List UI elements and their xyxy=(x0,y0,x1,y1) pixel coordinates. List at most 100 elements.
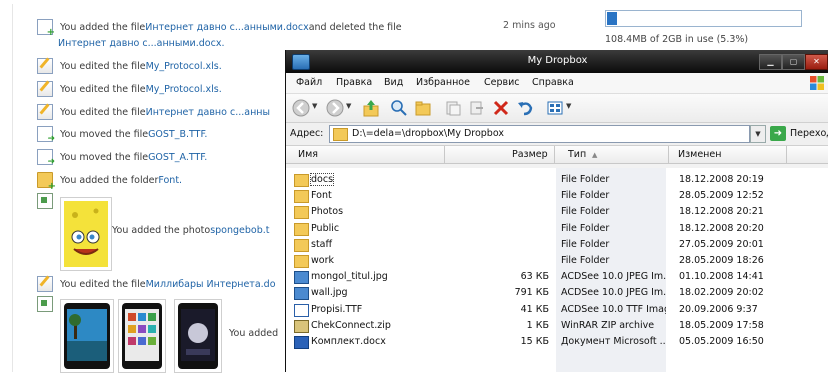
file-modified: 18.12.2008 20:19 xyxy=(679,174,764,185)
go-arrow-icon[interactable]: ➜ xyxy=(770,126,786,141)
back-icon[interactable] xyxy=(292,99,310,117)
views-icon[interactable] xyxy=(546,99,564,117)
file-name: work xyxy=(311,255,334,266)
folders-icon[interactable] xyxy=(414,99,432,117)
column-modified[interactable]: Изменен xyxy=(678,149,721,160)
event-row: You moved the file GOST_A.TTF. xyxy=(37,149,207,167)
event-text: You moved the file xyxy=(60,151,149,163)
folder-icon xyxy=(294,255,309,268)
address-bar: Адрес: D:\=dela=\dropbox\My Dropbox ▼ ➜ … xyxy=(286,123,828,146)
menu-help[interactable]: Справка xyxy=(532,77,574,88)
event-file-link[interactable]: Интернет давно с...анными.docx. xyxy=(58,38,224,49)
menu-favorites[interactable]: Избранное xyxy=(416,77,470,88)
file-row[interactable]: docs File Folder 18.12.2008 20:19 xyxy=(286,172,828,188)
file-edit-icon xyxy=(37,276,53,292)
photo-thumbnail[interactable] xyxy=(174,299,222,373)
event-file-link[interactable]: GOST_B.TTF. xyxy=(148,129,207,140)
maximize-button[interactable]: ▢ xyxy=(782,54,805,70)
event-file-link[interactable]: Интернет давно с...анны xyxy=(146,107,270,118)
file-row[interactable]: Propisi.TTF 41 КБ ACDSee 10.0 TTF Image 20.… xyxy=(286,302,828,318)
file-row[interactable]: wall.jpg 791 КБ ACDSee 10.0 JPEG Im... 18.0… xyxy=(286,285,828,301)
menu-edit[interactable]: Правка xyxy=(336,77,372,88)
file-add-icon xyxy=(37,19,55,38)
forward-icon[interactable] xyxy=(326,99,344,117)
column-divider[interactable] xyxy=(786,146,787,163)
up-folder-icon[interactable] xyxy=(362,99,380,117)
column-divider[interactable] xyxy=(554,146,555,163)
file-name: docs xyxy=(309,173,335,186)
column-name[interactable]: Имя xyxy=(298,149,318,160)
photo-thumbnail[interactable] xyxy=(60,299,114,373)
file-name: mongol_titul.jpg xyxy=(311,271,388,283)
go-button[interactable]: Переход xyxy=(790,128,828,139)
event-file-link[interactable]: Миллибары Интернета.do xyxy=(146,279,276,290)
windows-logo-icon xyxy=(810,76,824,90)
menu-tools[interactable]: Сервис xyxy=(484,77,520,88)
quota-text: 108.4MB of 2GB in use (5.3%) xyxy=(605,34,749,45)
event-text: You added the photo xyxy=(112,224,211,236)
file-type: File Folder xyxy=(561,238,610,250)
close-button[interactable]: ✕ xyxy=(805,54,828,70)
file-type: File Folder xyxy=(561,190,610,202)
photo-thumbnail[interactable] xyxy=(60,197,112,271)
event-file-link[interactable]: My_Protocol.xls. xyxy=(146,61,222,72)
window-title: My Dropbox xyxy=(527,55,588,66)
spongebob-image xyxy=(64,201,108,267)
file-type: Документ Microsoft ... xyxy=(561,336,666,347)
quota-fill xyxy=(607,12,617,25)
event-text: You added xyxy=(229,327,279,339)
event-text: and deleted the file xyxy=(308,21,402,33)
file-move-icon xyxy=(37,149,55,167)
column-size[interactable]: Размер xyxy=(512,149,548,160)
address-label: Адрес: xyxy=(290,128,324,139)
event-text: You edited the file xyxy=(60,83,146,95)
search-icon[interactable] xyxy=(390,99,408,117)
event-row: You edited the file My_Protocol.xls. xyxy=(37,58,222,74)
delete-icon[interactable] xyxy=(492,99,510,117)
sort-arrow-icon: ▲ xyxy=(592,151,598,159)
menu-file[interactable]: Файл xyxy=(296,77,322,88)
photo-thumbnail[interactable] xyxy=(118,299,166,373)
menu-view[interactable]: Вид xyxy=(384,77,403,88)
event-row xyxy=(37,296,60,312)
file-row[interactable]: Font File Folder 28.05.2009 12:52 xyxy=(286,188,828,204)
file-row[interactable]: staff File Folder 27.05.2009 20:01 xyxy=(286,237,828,253)
file-row[interactable]: Public File Folder 18.12.2008 20:20 xyxy=(286,221,828,237)
event-file-link[interactable]: GOST_A.TTF. xyxy=(148,152,207,163)
folder-icon xyxy=(294,190,309,204)
file-name: ChekConnect.zip xyxy=(311,319,391,331)
folder-add-icon xyxy=(37,172,56,192)
event-row: Интернет давно с...анными.docx. xyxy=(58,35,224,51)
column-type[interactable]: Тип xyxy=(568,149,586,160)
minimize-button[interactable]: ▁ xyxy=(759,54,782,70)
title-bar[interactable]: My Dropbox ▁ ▢ ✕ xyxy=(286,50,828,73)
event-file-link[interactable]: Интернет давно с...анными.docx xyxy=(145,22,308,33)
file-row[interactable]: ChekConnect.zip 1 КБ WinRAR ZIP archive 18.… xyxy=(286,318,828,334)
folder-icon xyxy=(294,222,309,236)
back-dropdown-icon[interactable]: ▼ xyxy=(312,102,317,110)
column-header: Имя Размер Тип ▲ Изменен xyxy=(286,146,828,164)
views-dropdown-icon[interactable]: ▼ xyxy=(566,102,571,110)
forward-dropdown-icon[interactable]: ▼ xyxy=(346,102,351,110)
event-file-link[interactable]: My_Protocol.xls. xyxy=(146,84,222,95)
file-row[interactable]: Комплект.docx 15 КБ Документ Microsoft ...… xyxy=(286,334,828,350)
undo-icon[interactable] xyxy=(516,99,534,117)
file-name: Font xyxy=(311,190,332,202)
jpeg-file-icon xyxy=(294,287,309,301)
file-name: Photos xyxy=(311,206,344,218)
column-divider[interactable] xyxy=(668,146,669,163)
font-file-icon xyxy=(294,303,309,317)
copy-to-icon[interactable] xyxy=(468,99,486,117)
column-divider[interactable] xyxy=(444,146,445,163)
folder-icon xyxy=(333,128,348,141)
address-input[interactable]: D:\=dela=\dropbox\My Dropbox xyxy=(329,125,750,143)
move-to-icon[interactable] xyxy=(444,99,462,117)
file-modified: 18.12.2008 20:21 xyxy=(679,206,764,218)
address-dropdown-icon[interactable]: ▼ xyxy=(750,125,766,143)
file-type: ACDSee 10.0 TTF Image xyxy=(561,303,666,315)
file-row[interactable]: mongol_titul.jpg 63 КБ ACDSee 10.0 JPEG Im… xyxy=(286,269,828,285)
file-row[interactable]: Photos File Folder 18.12.2008 20:21 xyxy=(286,204,828,220)
file-row[interactable]: work File Folder 28.05.2009 18:26 xyxy=(286,253,828,269)
event-file-link[interactable]: spongebob.t xyxy=(210,225,269,236)
event-folder-link[interactable]: Font. xyxy=(158,175,182,186)
